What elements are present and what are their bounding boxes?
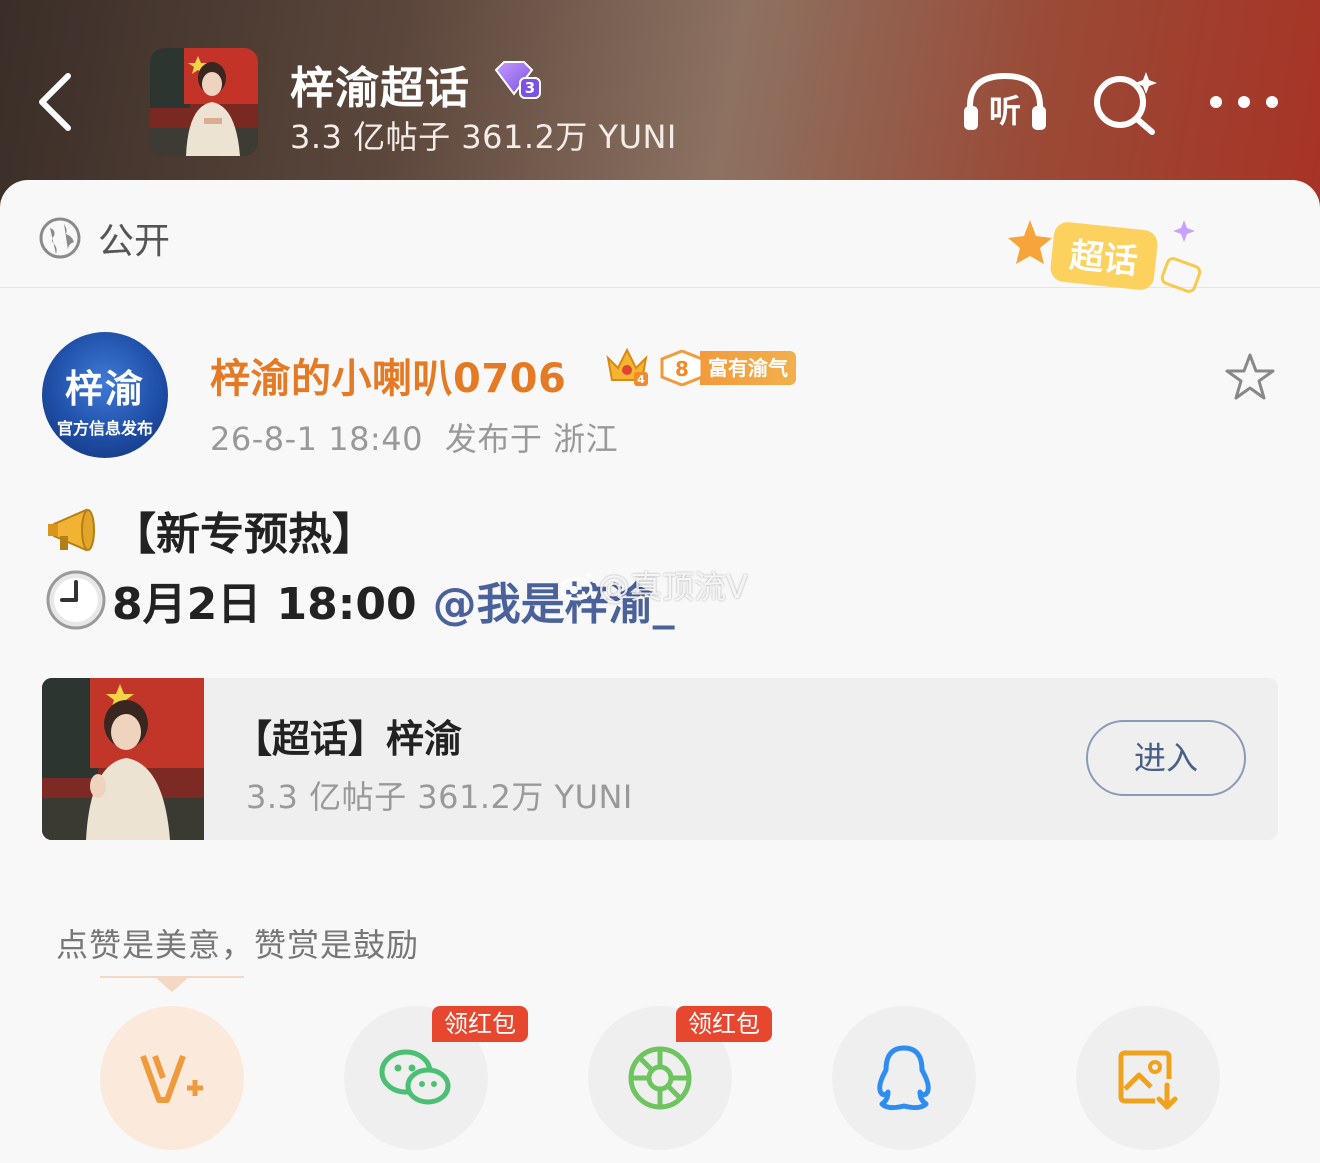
topic-card-image	[42, 678, 204, 840]
svg-text:8: 8	[675, 357, 689, 381]
headphones-icon: 听	[964, 72, 1046, 130]
vplus-button[interactable]	[100, 1006, 244, 1150]
search-sparkle-icon	[1094, 72, 1157, 135]
more-dots-icon	[1210, 96, 1278, 108]
listen-button[interactable]: 听	[962, 70, 1048, 136]
hongbao-badge[interactable]: 领红包	[676, 1006, 772, 1042]
topic-stats: 3.3 亿帖子 361.2万 YUNI	[290, 118, 677, 156]
level-number-icon: 8	[660, 349, 704, 387]
post-card: 公开 超话 梓渝 官方信息发布 梓渝的小喇叭0706 4 8 富有渝气 26-8…	[0, 180, 1320, 1163]
diamond-level-icon: 3	[490, 58, 542, 102]
search-button[interactable]	[1090, 70, 1162, 136]
topic-header: 梓渝超话 3 3.3 亿帖子 361.2万 YUNI 听	[0, 0, 1320, 200]
visibility-row[interactable]: 公开 超话	[0, 180, 1320, 293]
save-image-button[interactable]	[1076, 1006, 1220, 1150]
topic-card-stats: 3.3 亿帖子 361.2万 YUNI	[246, 778, 633, 816]
star-outline-icon	[1225, 353, 1275, 400]
back-button[interactable]	[28, 66, 88, 138]
globe-icon	[39, 217, 81, 259]
moments-icon	[628, 1046, 692, 1110]
watermark: @真顶流V	[558, 562, 748, 608]
portrait-image	[150, 48, 258, 156]
level-title: 富有渝气	[700, 351, 796, 385]
avatar-subtitle: 官方信息发布	[56, 419, 153, 438]
chaohua-sticker: 超话	[1000, 210, 1220, 310]
chevron-left-icon	[39, 73, 71, 131]
hongbao-badge[interactable]: 领红包	[432, 1006, 528, 1042]
topic-card[interactable]: 【超话】梓渝 3.3 亿帖子 361.2万 YUNI 进入	[42, 678, 1278, 840]
visibility-label: 公开	[98, 221, 171, 262]
topic-avatar[interactable]	[150, 48, 258, 156]
topic-card-title: 【超话】梓渝	[234, 717, 463, 761]
svg-text:4: 4	[637, 373, 645, 386]
post-time: 8月2日 18:00	[112, 579, 417, 630]
qq-share-button[interactable]	[832, 1006, 976, 1150]
post-headline: 【新专预热】	[112, 509, 376, 560]
author-name[interactable]: 梓渝的小喇叭0706	[210, 346, 566, 404]
wechat-icon	[379, 1049, 451, 1105]
fan-level-badge[interactable]: 8 富有渝气	[660, 349, 796, 387]
post-location: 发布于 浙江	[444, 420, 619, 458]
qq-penguin-icon	[877, 1045, 931, 1111]
weibo-logo-icon	[559, 573, 596, 601]
favorite-button[interactable]	[1222, 350, 1278, 406]
post-meta: 26-8-1 18:40 发布于 浙江	[210, 414, 618, 460]
avatar-title: 梓渝	[64, 367, 145, 411]
reward-text: 点赞是美意，赞赏是鼓励	[56, 926, 420, 964]
tab-caret	[156, 978, 188, 992]
post-date: 26-8-1 18:40	[210, 420, 423, 458]
svg-text:3: 3	[525, 79, 535, 97]
clock-icon	[46, 570, 106, 630]
topic-title: 梓渝超话	[290, 63, 470, 114]
enter-button[interactable]: 进入	[1086, 720, 1246, 796]
svg-text:超话: 超话	[1068, 236, 1140, 283]
author-avatar[interactable]: 梓渝 官方信息发布	[42, 332, 168, 458]
megaphone-icon	[48, 508, 95, 552]
crown-icon: 4	[604, 344, 650, 388]
svg-text:听: 听	[989, 92, 1021, 130]
vplus-icon	[140, 1054, 203, 1103]
save-image-icon	[1118, 1050, 1178, 1110]
watermark-text: @真顶流V	[598, 568, 748, 606]
more-button[interactable]	[1206, 84, 1282, 120]
post-line-1: 【新专预热】	[44, 498, 376, 562]
